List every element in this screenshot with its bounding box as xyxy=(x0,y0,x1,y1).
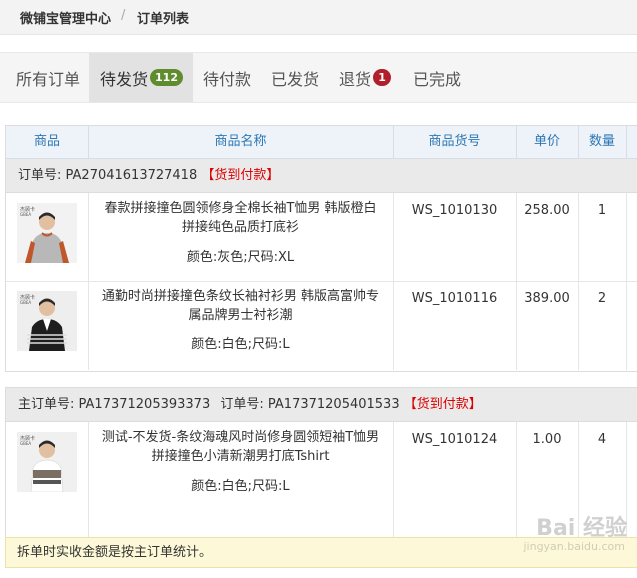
watermark-url: jingyan.baidu.com xyxy=(523,540,625,553)
product-image[interactable]: 杰顾卡 GBEA xyxy=(17,432,77,493)
breadcrumb-home[interactable]: 微铺宝管理中心 xyxy=(20,8,111,27)
order-header: 主订单号: PA17371205393373 订单号: PA1737120540… xyxy=(6,388,637,422)
sku-cell: WS_1010124 xyxy=(393,422,517,537)
product-name-cell: 通勤时尚拼接撞色条纹长袖衬衫男 韩版高富帅专属品牌男士衬衫潮 颜色:白色;尺码:… xyxy=(88,281,394,370)
quantity-cell: 1 xyxy=(578,193,627,281)
order-number-label: 订单号: xyxy=(220,397,264,412)
quantity-value: 4 xyxy=(597,432,607,447)
price-cell: 258.00 xyxy=(516,193,579,281)
breadcrumb-current: 订单列表 xyxy=(137,12,190,27)
tab-label: 待付款 xyxy=(203,69,252,89)
svg-text:GBEA: GBEA xyxy=(20,441,31,446)
tab-label: 待发货 xyxy=(100,69,149,89)
pending-shipment-count-badge: 112 xyxy=(150,69,183,86)
product-name-link[interactable]: 春款拼接撞色圆领修身全棉长袖T恤男 韩版橙白拼接纯色品质打底衫 xyxy=(88,199,393,237)
main-order-number[interactable]: PA17371205393373 xyxy=(79,397,211,412)
column-header-price: 单价 xyxy=(516,126,579,158)
product-name-cell: 春款拼接撞色圆领修身全棉长袖T恤男 韩版橙白拼接纯色品质打底衫 颜色:灰色;尺码… xyxy=(88,193,394,281)
tab-completed[interactable]: 已完成 xyxy=(403,53,475,102)
main-order-number-label: 主订单号: xyxy=(18,397,75,412)
order-number[interactable]: PA27041613727418 xyxy=(66,168,198,183)
tab-all-orders[interactable]: 所有订单 xyxy=(5,53,89,102)
sku-cell: WS_1010116 xyxy=(393,281,517,370)
price-value: 389.00 xyxy=(524,291,570,306)
quantity-value: 2 xyxy=(597,291,607,306)
product-image-cell: 杰顾卡 GBEA xyxy=(6,193,89,281)
product-image[interactable]: 杰顾卡 GBEA xyxy=(17,203,77,263)
tab-label: 已完成 xyxy=(413,69,462,89)
payment-method-tag: 【货到付款】 xyxy=(201,168,280,183)
breadcrumb-separator: / xyxy=(121,8,126,23)
product-image-cell: 杰顾卡 GBEA xyxy=(6,422,89,537)
order-header: 订单号: PA27041613727418 【货到付款】 xyxy=(6,159,637,193)
tab-shipped[interactable]: 已发货 xyxy=(261,53,329,102)
returns-count-badge: 1 xyxy=(373,69,392,86)
order-status-tabs: 所有订单 待发货 112 待付款 已发货 退货 1 已完成 xyxy=(0,52,637,103)
order-number[interactable]: PA17371205401533 xyxy=(268,397,400,412)
note-text: 拆单时实收金额是按主订单统计。 xyxy=(17,545,213,560)
price-value: 1.00 xyxy=(532,432,562,447)
sku-value: WS_1010116 xyxy=(411,291,498,306)
sku-cell: WS_1010130 xyxy=(393,193,517,281)
table-header: 商品 商品名称 商品货号 单价 数量 xyxy=(6,126,637,159)
product-image[interactable]: 杰顾卡 GBEA xyxy=(17,291,77,351)
column-header-product: 商品 xyxy=(6,126,89,158)
column-header-product-name: 商品名称 xyxy=(88,126,394,158)
baidu-jingyan-watermark: Bai 经验 xyxy=(536,516,627,541)
payment-method-tag: 【货到付款】 xyxy=(403,397,482,412)
tab-label: 所有订单 xyxy=(16,69,81,89)
quantity-value: 1 xyxy=(597,203,607,218)
tab-label: 已发货 xyxy=(271,69,320,89)
column-header-sku: 商品货号 xyxy=(393,126,517,158)
tab-pending-shipment[interactable]: 待发货 112 xyxy=(89,53,193,102)
sku-value: WS_1010124 xyxy=(411,432,498,447)
order-number-label: 订单号: xyxy=(18,168,62,183)
price-cell: 389.00 xyxy=(516,281,579,370)
tab-returns[interactable]: 退货 1 xyxy=(329,53,403,102)
quantity-cell: 2 xyxy=(578,281,627,370)
product-name-link[interactable]: 通勤时尚拼接撞色条纹长袖衬衫男 韩版高富帅专属品牌男士衬衫潮 xyxy=(88,287,393,325)
product-spec: 颜色:灰色;尺码:XL xyxy=(186,250,295,265)
price-value: 258.00 xyxy=(524,203,570,218)
product-name-link[interactable]: 测试-不发货-条纹海魂风时尚修身圆领短袖T恤男 拼接撞色小清新潮男打底Tshir… xyxy=(88,428,393,466)
sku-value: WS_1010130 xyxy=(411,203,498,218)
product-image-cell: 杰顾卡 GBEA xyxy=(6,281,89,370)
tab-pending-payment[interactable]: 待付款 xyxy=(193,53,261,102)
breadcrumb: 微铺宝管理中心 / 订单列表 xyxy=(0,0,637,35)
column-header-quantity: 数量 xyxy=(578,126,627,158)
table-row: 杰顾卡 GBEA 通勤时尚拼接撞色条纹长袖衬衫男 韩版高富帅专属品牌男士衬衫潮 … xyxy=(6,281,637,370)
svg-text:GBEA: GBEA xyxy=(20,212,31,217)
product-spec: 颜色:白色;尺码:L xyxy=(191,337,290,352)
table-row: 杰顾卡 GBEA 春款拼接撞色圆领修身全棉长袖T恤男 韩版橙白拼接纯色品质打底衫… xyxy=(6,193,637,282)
order-panel: 商品 商品名称 商品货号 单价 数量 订单号: PA27041613727418… xyxy=(5,125,637,372)
product-name-cell: 测试-不发货-条纹海魂风时尚修身圆领短袖T恤男 拼接撞色小清新潮男打底Tshir… xyxy=(88,422,394,537)
svg-text:GBEA: GBEA xyxy=(20,300,31,305)
product-spec: 颜色:白色;尺码:L xyxy=(191,479,290,494)
tab-label: 退货 xyxy=(339,69,372,89)
